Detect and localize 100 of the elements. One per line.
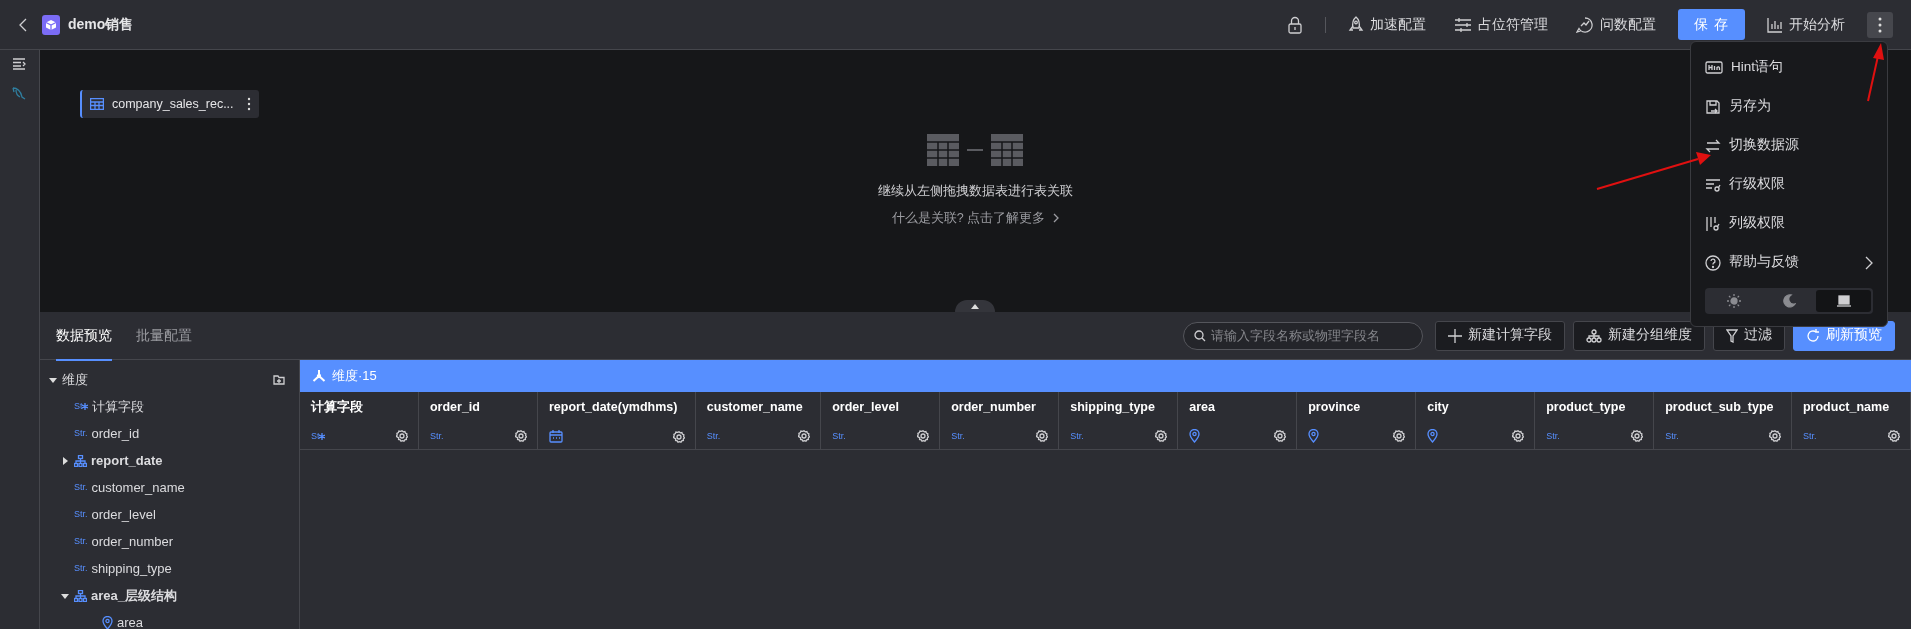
sliders-icon bbox=[1454, 16, 1473, 33]
column-name: city bbox=[1427, 399, 1450, 416]
type-label: Str. bbox=[951, 429, 965, 443]
moon-icon bbox=[1782, 294, 1796, 308]
band-label: 维度·15 bbox=[331, 367, 377, 386]
field-label[interactable]: customer_name bbox=[91, 477, 299, 498]
sun-icon bbox=[1727, 294, 1742, 308]
plus-icon bbox=[1448, 328, 1462, 343]
gear-icon bbox=[1036, 430, 1049, 443]
add-folder-icon[interactable] bbox=[272, 374, 285, 385]
field-label[interactable]: shipping_type bbox=[91, 558, 299, 579]
field-label[interactable]: area bbox=[116, 612, 299, 629]
type-label: Str. bbox=[1070, 429, 1084, 443]
menu-item[interactable]: 列级权限 bbox=[1705, 204, 1873, 243]
type-label: Str. bbox=[706, 429, 721, 443]
kebab-icon bbox=[246, 97, 251, 111]
menu-item[interactable]: Hint语句 bbox=[1705, 48, 1873, 87]
menu-item[interactable]: 行级权限 bbox=[1705, 165, 1873, 204]
gear-icon bbox=[1393, 430, 1406, 442]
table-name: company_sales_rec... bbox=[111, 95, 235, 113]
gear-icon bbox=[1274, 430, 1287, 442]
column-header[interactable]: customer_name Str. bbox=[695, 392, 822, 450]
column-header[interactable]: area bbox=[1178, 392, 1298, 450]
hierarchy-icon bbox=[73, 589, 87, 602]
menu-item[interactable]: 切换数据源 bbox=[1705, 126, 1873, 165]
field-label[interactable]: 计算字段 bbox=[92, 396, 299, 417]
type-label: Str. bbox=[429, 429, 444, 443]
type-label: Str. bbox=[73, 561, 88, 575]
column-name: customer_name bbox=[706, 399, 804, 416]
location-pin-icon bbox=[1427, 429, 1439, 443]
column-header[interactable]: city bbox=[1416, 392, 1536, 450]
column-name: province bbox=[1308, 399, 1362, 416]
column-name: product_sub_type bbox=[1665, 399, 1775, 416]
location-pin-icon bbox=[1308, 429, 1320, 443]
column-header[interactable]: product_sub_type Str. bbox=[1654, 392, 1792, 450]
tab[interactable]: 数据预览 bbox=[55, 310, 112, 361]
swap-arrows-icon bbox=[1705, 138, 1721, 153]
list-collapse-icon bbox=[12, 58, 27, 70]
collapse-handle[interactable] bbox=[955, 300, 996, 312]
column-header[interactable]: report_date(ymdhms) bbox=[537, 392, 696, 450]
annotation-arrow bbox=[1867, 43, 1884, 102]
acceleration-button[interactable]: 加速配置 bbox=[1342, 10, 1433, 39]
column-header[interactable]: product_name Str. bbox=[1792, 392, 1911, 450]
bar-chart-icon bbox=[1767, 16, 1783, 33]
column-header[interactable]: 计算字段 St bbox=[299, 392, 419, 450]
lock-icon bbox=[1287, 15, 1304, 34]
column-header[interactable]: order_level Str. bbox=[821, 392, 941, 450]
placeholder-button[interactable]: 占位符管理 bbox=[1448, 10, 1555, 39]
caret-down-icon[interactable] bbox=[60, 591, 69, 600]
kebab-icon bbox=[1878, 16, 1882, 33]
calendar-icon bbox=[548, 430, 563, 443]
search-icon bbox=[1194, 329, 1206, 342]
chat-search-icon bbox=[1576, 15, 1595, 34]
menu-item[interactable]: 另存为 bbox=[1705, 87, 1873, 126]
save-as-icon bbox=[1705, 98, 1721, 115]
column-permission-icon bbox=[1705, 215, 1721, 232]
dimension-icon bbox=[311, 369, 326, 383]
sparkle-icon bbox=[319, 432, 326, 440]
column-header[interactable]: order_number Str. bbox=[940, 392, 1060, 450]
row-permission-icon bbox=[1705, 176, 1721, 193]
field-label[interactable]: order_level bbox=[91, 504, 299, 525]
menu-item[interactable]: 帮助与反馈 bbox=[1705, 243, 1873, 282]
field-label[interactable]: area_层级结构 bbox=[90, 585, 299, 606]
type-label: Str. bbox=[1803, 429, 1817, 443]
type-label: Str. bbox=[1665, 429, 1679, 443]
learn-more-link[interactable]: 什么是关联? 点击了解更多 bbox=[891, 208, 1060, 228]
tab[interactable]: 批量配置 bbox=[135, 310, 192, 361]
new-group-dimension-button[interactable]: 新建分组维度 bbox=[1573, 320, 1705, 351]
analyze-button[interactable]: 开始分析 bbox=[1761, 10, 1851, 39]
caret-up-icon bbox=[971, 303, 980, 309]
hierarchy-icon bbox=[73, 454, 87, 467]
list-toggle-button[interactable] bbox=[12, 58, 27, 70]
new-calc-field-button[interactable]: 新建计算字段 bbox=[1435, 320, 1565, 351]
search-field[interactable]: 请输入字段名称或物理字段名 bbox=[1183, 321, 1423, 350]
field-label[interactable]: order_number bbox=[91, 531, 299, 552]
field-label[interactable]: order_id bbox=[91, 423, 299, 444]
field-label[interactable]: report_date bbox=[90, 450, 299, 471]
gear-icon bbox=[798, 430, 811, 443]
column-name: order_level bbox=[832, 399, 900, 416]
column-header[interactable]: province bbox=[1297, 392, 1417, 450]
app-cube-icon bbox=[42, 14, 60, 35]
more-button[interactable] bbox=[1867, 11, 1893, 38]
sparkle-icon bbox=[82, 403, 89, 410]
query-config-button[interactable]: 问数配置 bbox=[1570, 10, 1663, 39]
column-header[interactable]: order_id Str. bbox=[418, 392, 538, 450]
caret-right-icon[interactable] bbox=[60, 456, 69, 465]
group-label: 维度 bbox=[61, 370, 89, 389]
column-name: shipping_type bbox=[1070, 399, 1156, 416]
app-title: demo销售 bbox=[68, 15, 134, 34]
rocket-icon bbox=[1348, 15, 1365, 34]
column-header[interactable]: shipping_type Str. bbox=[1059, 392, 1179, 450]
help-icon bbox=[1705, 254, 1721, 271]
column-header[interactable]: product_type Str. bbox=[1535, 392, 1655, 450]
type-label: St bbox=[310, 429, 326, 443]
column-name: product_name bbox=[1803, 399, 1891, 416]
theme-option[interactable] bbox=[1816, 290, 1871, 312]
type-label: Str. bbox=[1546, 429, 1560, 443]
table-node[interactable]: company_sales_rec... bbox=[79, 90, 259, 118]
location-pin-icon bbox=[1189, 429, 1201, 443]
caret-down-icon[interactable] bbox=[48, 375, 57, 384]
